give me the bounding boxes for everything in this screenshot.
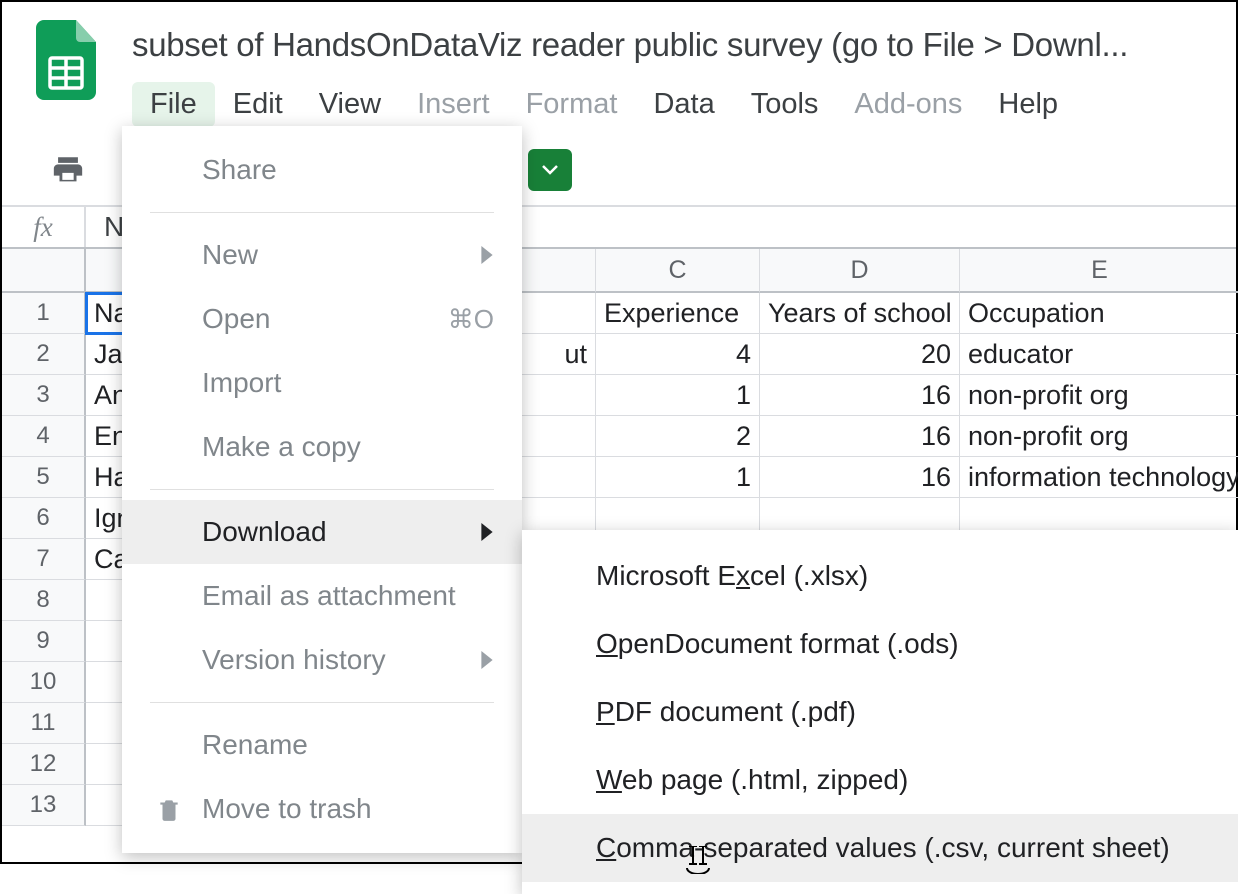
- row-header[interactable]: 12: [2, 744, 86, 785]
- cell[interactable]: 20: [760, 334, 960, 375]
- menu-view[interactable]: View: [301, 82, 399, 127]
- menu-item-label: Version history: [202, 644, 386, 676]
- menu-item-open[interactable]: Open ⌘O: [122, 287, 522, 351]
- menu-item-label: New: [202, 239, 258, 271]
- row-header[interactable]: 8: [2, 580, 86, 621]
- menu-item-share[interactable]: Share: [122, 138, 522, 202]
- row-header[interactable]: 13: [2, 785, 86, 826]
- cell[interactable]: non-profit org: [960, 375, 1238, 416]
- keyboard-shortcut: ⌘O: [448, 304, 494, 335]
- cell[interactable]: 1: [596, 375, 760, 416]
- row-header[interactable]: 1: [2, 293, 86, 334]
- row-header[interactable]: 2: [2, 334, 86, 375]
- menu-addons[interactable]: Add-ons: [836, 82, 980, 127]
- menu-insert[interactable]: Insert: [399, 82, 508, 127]
- menu-item-version-history[interactable]: Version history: [122, 628, 522, 692]
- submenu-item-web[interactable]: Web page (.html, zipped): [522, 746, 1238, 814]
- menu-item-label: Move to trash: [202, 793, 372, 825]
- row-header[interactable]: 6: [2, 498, 86, 539]
- menu-item-label: Download: [202, 516, 327, 548]
- row-header[interactable]: 9: [2, 621, 86, 662]
- download-submenu: Microsoft Excel (.xlsx) OpenDocument for…: [522, 530, 1238, 894]
- file-menu-dropdown: Share New Open ⌘O Import Make a copy Dow…: [122, 126, 522, 853]
- menu-tools[interactable]: Tools: [733, 82, 837, 127]
- submenu-item-csv[interactable]: Comma-separated values (.csv, current sh…: [522, 814, 1238, 882]
- print-button[interactable]: [48, 150, 88, 190]
- submenu-item-pdf[interactable]: PDF document (.pdf): [522, 678, 1238, 746]
- submenu-label-part: x: [736, 560, 750, 591]
- document-title[interactable]: subset of HandsOnDataViz reader public s…: [132, 26, 1222, 64]
- row-header[interactable]: 11: [2, 703, 86, 744]
- menu-item-move-to-trash[interactable]: Move to trash: [122, 777, 522, 841]
- cell[interactable]: educator: [960, 334, 1238, 375]
- menu-item-label: Open: [202, 303, 271, 335]
- submenu-label-part: P: [596, 696, 615, 727]
- submenu-label-part: Microsoft E: [596, 560, 736, 591]
- menu-data[interactable]: Data: [635, 82, 732, 127]
- col-header-c[interactable]: C: [596, 249, 760, 293]
- menu-item-rename[interactable]: Rename: [122, 713, 522, 777]
- menubar: File Edit View Insert Format Data Tools …: [132, 82, 1236, 127]
- cell[interactable]: Experience: [596, 293, 760, 334]
- row-header[interactable]: 7: [2, 539, 86, 580]
- cell[interactable]: 16: [760, 457, 960, 498]
- row-header[interactable]: 5: [2, 457, 86, 498]
- cell[interactable]: Years of school: [760, 293, 960, 334]
- submenu-item-ods[interactable]: OpenDocument format (.ods): [522, 610, 1238, 678]
- cell[interactable]: 16: [760, 375, 960, 416]
- formula-bar[interactable]: N: [86, 211, 124, 243]
- cell[interactable]: Occupation: [960, 293, 1238, 334]
- row-header[interactable]: 4: [2, 416, 86, 457]
- trash-icon: [154, 794, 184, 824]
- print-icon: [50, 153, 86, 187]
- chevron-right-icon: [480, 644, 494, 676]
- col-header-e[interactable]: E: [960, 249, 1238, 293]
- cell[interactable]: 4: [596, 334, 760, 375]
- cell[interactable]: non-profit org: [960, 416, 1238, 457]
- select-all-corner[interactable]: [2, 249, 86, 293]
- submenu-item-xlsx[interactable]: Microsoft Excel (.xlsx): [522, 542, 1238, 610]
- submenu-label-part: eb page (.html, zipped): [622, 764, 908, 795]
- submenu-label-part: penDocument format (.ods): [618, 628, 959, 659]
- submenu-label-part: C: [596, 832, 616, 863]
- cell[interactable]: 2: [596, 416, 760, 457]
- row-header[interactable]: 10: [2, 662, 86, 703]
- menu-file[interactable]: File: [132, 82, 215, 127]
- chevron-right-icon: [480, 239, 494, 271]
- row-header[interactable]: 3: [2, 375, 86, 416]
- menu-item-new[interactable]: New: [122, 223, 522, 287]
- menu-edit[interactable]: Edit: [215, 82, 301, 127]
- toolbar-dropdown-button[interactable]: [528, 149, 572, 191]
- menu-divider: [150, 212, 494, 213]
- submenu-label-part: DF document (.pdf): [615, 696, 856, 727]
- menu-help[interactable]: Help: [980, 82, 1076, 127]
- menu-item-download[interactable]: Download: [122, 500, 522, 564]
- menu-item-make-copy[interactable]: Make a copy: [122, 415, 522, 479]
- submenu-label-part: W: [596, 764, 622, 795]
- cursor-icon: [686, 846, 710, 880]
- cell[interactable]: information technology: [960, 457, 1238, 498]
- menu-item-email-attachment[interactable]: Email as attachment: [122, 564, 522, 628]
- chevron-down-icon: [542, 165, 558, 175]
- menu-item-import[interactable]: Import: [122, 351, 522, 415]
- menu-divider: [150, 489, 494, 490]
- submenu-label-part: O: [596, 628, 618, 659]
- menu-format[interactable]: Format: [508, 82, 636, 127]
- cell[interactable]: 1: [596, 457, 760, 498]
- cell[interactable]: 16: [760, 416, 960, 457]
- menu-divider: [150, 702, 494, 703]
- fx-label: fx: [2, 207, 86, 247]
- col-header-d[interactable]: D: [760, 249, 960, 293]
- chevron-right-icon: [480, 516, 494, 548]
- sheets-logo-icon: [36, 20, 96, 100]
- submenu-label-part: cel (.xlsx): [750, 560, 868, 591]
